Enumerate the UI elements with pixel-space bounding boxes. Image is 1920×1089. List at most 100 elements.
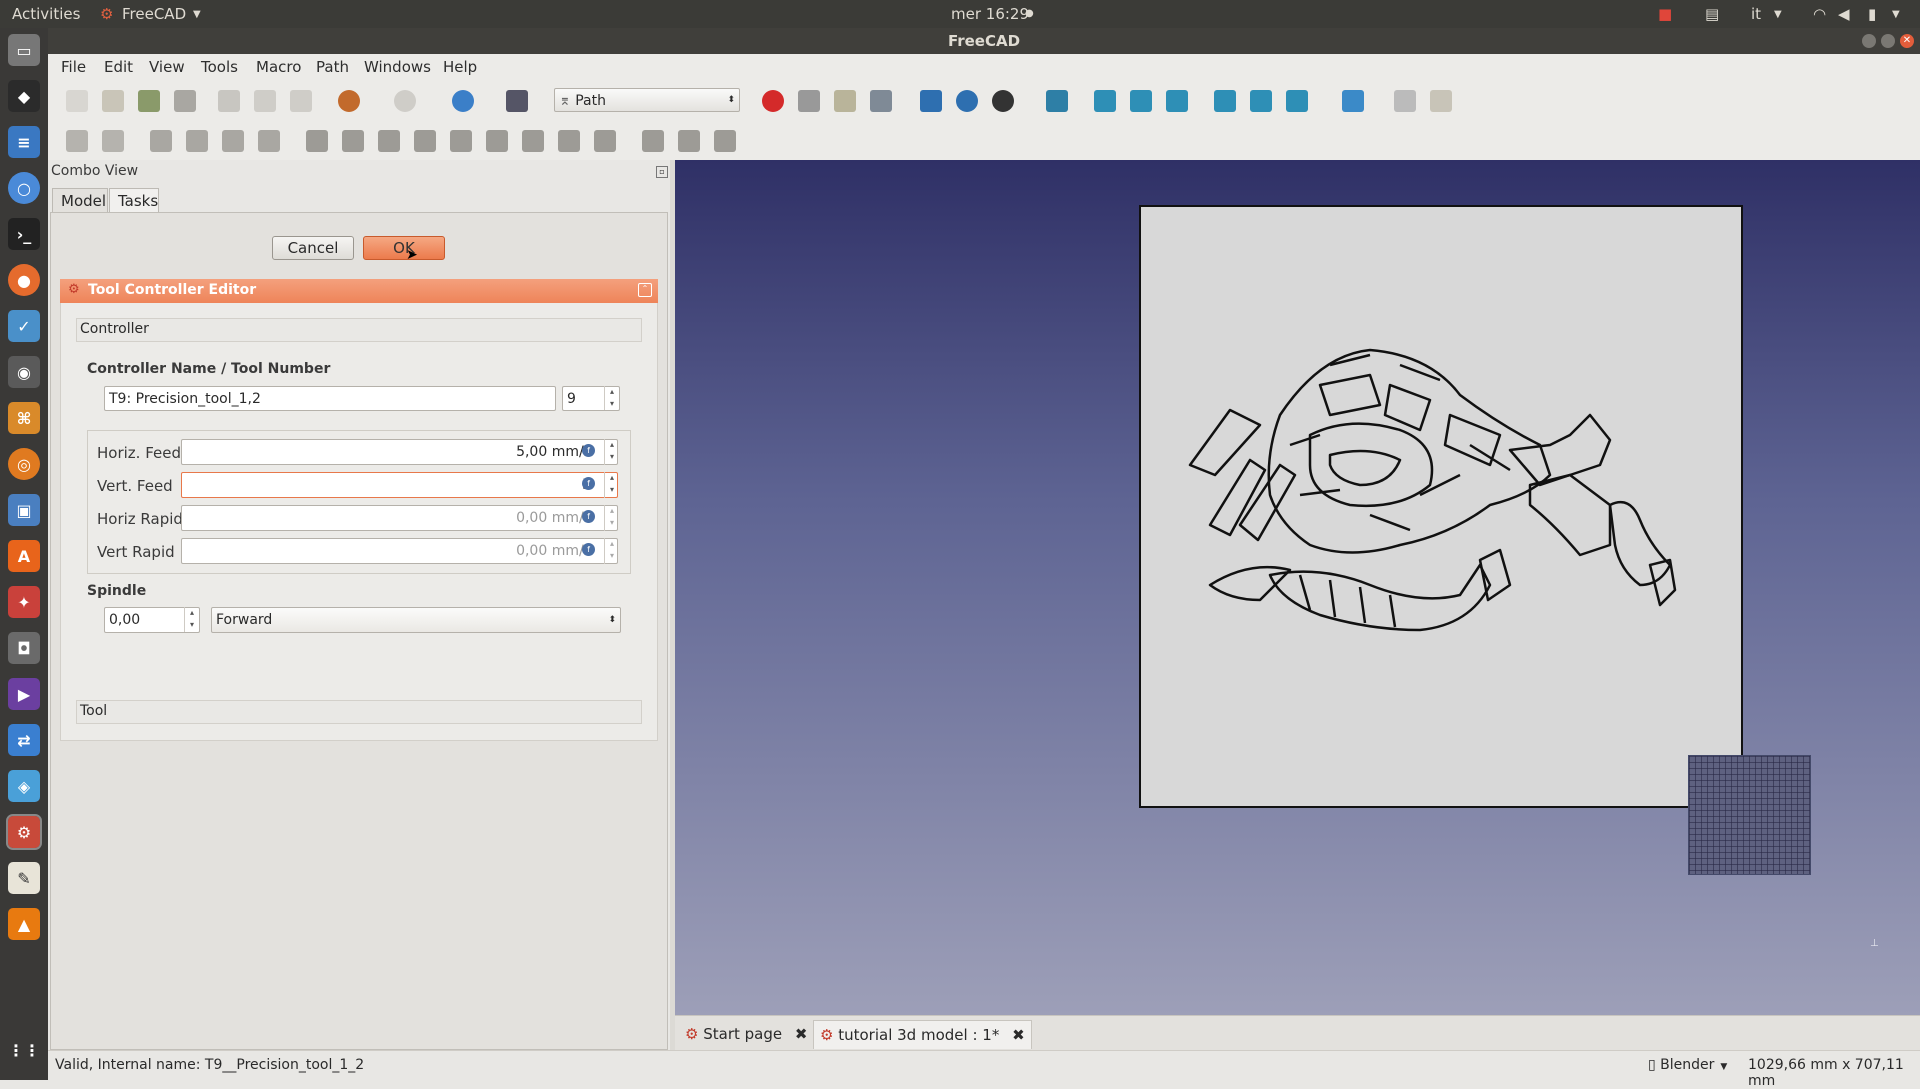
path-pocket-icon[interactable] [414, 130, 436, 152]
menu-macro[interactable]: Macro [256, 58, 301, 76]
refresh-icon[interactable] [452, 90, 474, 112]
navigation-style-selector[interactable]: ▯ Blender ▼ [1648, 1057, 1727, 1073]
front-view-icon[interactable] [1094, 90, 1116, 112]
gimp-icon[interactable]: ◉ [8, 356, 40, 388]
path-job-icon[interactable] [66, 130, 88, 152]
measure-distance-icon[interactable] [1342, 90, 1364, 112]
screen-record-icon[interactable]: ■ [1658, 5, 1672, 23]
path-face-icon[interactable] [486, 130, 508, 152]
group-folder-icon[interactable] [1430, 90, 1452, 112]
tab-start-page[interactable]: ⚙ Start page ✖ [679, 1020, 813, 1048]
path-tool-library-icon[interactable] [186, 130, 208, 152]
expression-icon[interactable]: f [582, 444, 595, 457]
battery-icon[interactable]: ▮ [1868, 5, 1876, 23]
new-file-icon[interactable] [66, 90, 88, 112]
cancel-button[interactable]: Cancel [272, 236, 354, 260]
close-tab-icon[interactable]: ✖ [1012, 1026, 1025, 1044]
tab-model[interactable]: Model [52, 188, 108, 212]
horiz-feed-input[interactable]: 5,00 mm/s [181, 439, 618, 465]
close-tab-icon[interactable]: ✖ [795, 1025, 808, 1043]
expression-icon[interactable]: f [582, 543, 595, 556]
chromium-icon[interactable]: ○ [8, 172, 40, 204]
app-menu-button[interactable]: FreeCAD [122, 5, 186, 23]
show-apps-icon[interactable]: ⋮⋮ [8, 1034, 40, 1066]
macro-edit-icon[interactable] [834, 90, 856, 112]
clipboard-icon[interactable]: ▤ [1705, 5, 1719, 23]
menu-windows[interactable]: Windows [364, 58, 431, 76]
print-icon[interactable] [174, 90, 196, 112]
spindle-direction-select[interactable]: Forward ⬍ [211, 607, 621, 633]
path-array-icon[interactable] [222, 130, 244, 152]
top-view-icon[interactable] [1130, 90, 1152, 112]
settings-icon[interactable]: ✦ [8, 586, 40, 618]
controller-name-input[interactable]: T9: Precision_tool_1,2 [104, 386, 556, 411]
menu-file[interactable]: File [61, 58, 86, 76]
vert-rapid-spin-icon[interactable]: ▴ ▾ [604, 538, 619, 564]
section-controller[interactable]: Controller [76, 318, 642, 342]
fit-selection-icon[interactable] [956, 90, 978, 112]
fit-all-icon[interactable] [920, 90, 942, 112]
terminal-icon[interactable]: ›_ [8, 218, 40, 250]
tab-tasks[interactable]: Tasks [109, 188, 159, 212]
path-helix-icon[interactable] [522, 130, 544, 152]
open-file-icon[interactable] [102, 90, 124, 112]
activities-button[interactable]: Activities [12, 5, 80, 23]
save-icon[interactable] [138, 90, 160, 112]
files-icon[interactable]: ▭ [8, 34, 40, 66]
path-post-icon[interactable] [102, 130, 124, 152]
horiz-rapid-input[interactable]: 0,00 mm/s [181, 505, 618, 531]
minimize-button[interactable] [1862, 34, 1876, 48]
ok-button[interactable]: OK [363, 236, 445, 260]
package-icon[interactable]: ▣ [8, 494, 40, 526]
whats-this-icon[interactable] [506, 90, 528, 112]
virtualbox-icon[interactable]: ◈ [8, 770, 40, 802]
vlc-icon[interactable]: ▲ [8, 908, 40, 940]
draw-style-icon[interactable] [992, 90, 1014, 112]
text-editor-icon[interactable]: ✎ [8, 862, 40, 894]
blender-icon[interactable]: ◎ [8, 448, 40, 480]
path-surface-icon[interactable] [642, 130, 664, 152]
menu-path[interactable]: Path [316, 58, 349, 76]
vert-feed-input[interactable]: 5 [181, 472, 618, 498]
menu-tools[interactable]: Tools [201, 58, 238, 76]
macro-stop-icon[interactable] [798, 90, 820, 112]
expression-icon[interactable]: f [582, 510, 595, 523]
collapse-icon[interactable]: ⌃ [638, 283, 652, 297]
path-3d-pocket-icon[interactable] [678, 130, 700, 152]
paste-icon[interactable] [290, 90, 312, 112]
path-profile-edges-icon[interactable] [378, 130, 400, 152]
maximize-button[interactable] [1881, 34, 1895, 48]
bottom-view-icon[interactable] [1250, 90, 1272, 112]
video-editor-icon[interactable]: ▶ [8, 678, 40, 710]
path-adaptive-icon[interactable] [714, 130, 736, 152]
copy-icon[interactable] [254, 90, 276, 112]
undo-icon[interactable] [338, 90, 360, 112]
undock-icon[interactable]: ▫ [656, 166, 668, 178]
path-tool-controller-icon[interactable] [150, 130, 172, 152]
rear-view-icon[interactable] [1214, 90, 1236, 112]
firefox-icon[interactable]: ● [8, 264, 40, 296]
clock[interactable]: mer 16:29 [951, 5, 1029, 23]
app-icon[interactable]: ◆ [8, 80, 40, 112]
close-button[interactable]: ✕ [1900, 34, 1914, 48]
editor-header[interactable]: ⚙ Tool Controller Editor ⌃ [60, 279, 658, 303]
path-profile-icon[interactable] [342, 130, 364, 152]
venice-map-geometry[interactable] [1170, 345, 1680, 635]
writer-icon[interactable]: ≡ [8, 126, 40, 158]
spindle-speed-spinbox[interactable]: 0,00 ▴ ▾ [104, 607, 200, 633]
editor-icon[interactable]: ✓ [8, 310, 40, 342]
redo-icon[interactable] [394, 90, 416, 112]
path-stock-icon[interactable] [258, 130, 280, 152]
wifi-icon[interactable]: ◠ [1813, 5, 1826, 23]
path-dressup-icon[interactable] [594, 130, 616, 152]
transfer-icon[interactable]: ⇄ [8, 724, 40, 756]
macro-run-icon[interactable] [870, 90, 892, 112]
software-center-icon[interactable]: A [8, 540, 40, 572]
vert-feed-spin-icon[interactable]: ▴ ▾ [604, 472, 619, 498]
camera-icon[interactable]: ◘ [8, 632, 40, 664]
path-engrave-icon[interactable] [558, 130, 580, 152]
horiz-rapid-spin-icon[interactable]: ▴ ▾ [604, 505, 619, 531]
menu-view[interactable]: View [149, 58, 185, 76]
cut-icon[interactable] [218, 90, 240, 112]
isometric-view-icon[interactable] [1046, 90, 1068, 112]
